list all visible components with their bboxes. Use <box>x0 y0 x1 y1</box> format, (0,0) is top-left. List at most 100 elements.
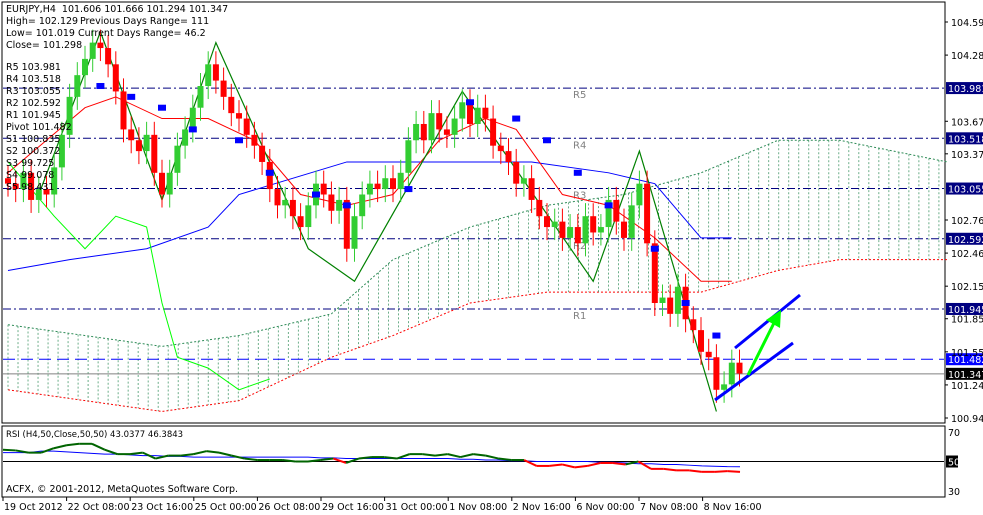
candle-body <box>220 80 227 97</box>
sar-marker <box>573 169 582 176</box>
candle-body <box>274 189 281 206</box>
candle-body <box>135 140 142 152</box>
x-tick-label: 6 Nov 00:00 <box>576 502 634 513</box>
trend-line-lower[interactable] <box>714 341 794 402</box>
sar-marker <box>312 191 320 198</box>
current-range-label: Current Days Range= 46.2 <box>78 28 206 39</box>
pivot-list-item: S2 100.372 <box>6 146 61 157</box>
candle-body <box>497 145 504 152</box>
candle-body <box>721 384 728 390</box>
candle-body <box>644 183 651 244</box>
candle-body <box>520 178 527 184</box>
rsi-segment <box>587 462 601 467</box>
rsi-title: RSI (H4,50,Close,50,50) 43.0377 46.3843 <box>6 430 184 440</box>
candle-body <box>151 134 158 173</box>
sar-marker <box>265 169 274 176</box>
candle-body <box>490 118 497 146</box>
sar-marker <box>712 332 721 339</box>
candle-body <box>351 216 358 249</box>
rsi-segment <box>53 444 67 450</box>
candle-body <box>251 134 258 146</box>
rsi-segment <box>2 448 16 452</box>
zigzag-line <box>38 30 717 412</box>
y-tick-label: 101.855 <box>951 315 983 326</box>
rsi-segment <box>422 453 436 457</box>
y-tick-label: 103.375 <box>951 150 983 161</box>
pivot-list-item: S4 99.078 <box>6 170 55 181</box>
candle-body <box>159 172 165 195</box>
candle-body <box>259 145 266 162</box>
price-tag-label: 103.055 <box>948 185 983 196</box>
candle-body <box>628 205 635 238</box>
x-tick-label: 22 Oct 08:00 <box>68 502 130 513</box>
sar-marker <box>681 299 690 306</box>
main-pane-frame <box>1 1 946 424</box>
candle-body <box>189 107 196 130</box>
rsi-segment <box>714 470 728 473</box>
candle-body <box>667 297 674 314</box>
candle-body <box>89 42 96 59</box>
candle-body <box>436 113 443 130</box>
cloud-span-b <box>7 259 948 412</box>
low-label: Low= 101.019 <box>6 28 75 39</box>
candle-body <box>197 86 204 108</box>
price-tag-label: 103.981 <box>948 84 983 95</box>
candle-body <box>112 64 119 92</box>
candle-body <box>528 178 535 200</box>
pivot-line-label: R4 <box>573 140 586 151</box>
candle-body <box>174 145 181 173</box>
time-axis[interactable]: 19 Oct 2012 22 Oct 08:00 23 Oct 16:00 25 Oc… <box>2 497 762 513</box>
rsi-segment <box>180 453 194 457</box>
candle-body <box>405 140 412 173</box>
candle-body <box>305 205 312 228</box>
rsi-segment <box>473 453 486 457</box>
candle-body <box>567 227 574 238</box>
rsi-segment <box>574 464 588 469</box>
x-tick-label: 25 Oct 00:00 <box>195 502 257 513</box>
y-tick-label: 100.940 <box>951 414 983 425</box>
rsi-segment <box>333 457 347 464</box>
candle-body <box>297 216 304 228</box>
candle-body <box>166 172 173 195</box>
candle-body <box>328 194 335 211</box>
candle-body <box>82 58 88 76</box>
pivot-list-item: R5 103.981 <box>6 62 61 73</box>
rsi-tick-label: 50 <box>948 458 960 469</box>
candle-body <box>474 107 481 124</box>
sar-marker <box>466 99 474 106</box>
candle-body <box>228 96 235 114</box>
x-tick-label: 7 Nov 08:00 <box>640 502 698 513</box>
y-tick-label: 101.550 <box>951 348 983 359</box>
candle-body <box>205 64 212 87</box>
pivot-list-item: S5 98.431 <box>6 182 55 193</box>
y-tick-label: 104.590 <box>951 18 983 29</box>
rsi-segment <box>396 453 410 460</box>
candle-body <box>705 351 712 358</box>
trend-line-upper[interactable] <box>734 293 801 350</box>
candle-body <box>443 129 450 135</box>
x-tick-label: 29 Oct 16:00 <box>322 502 384 513</box>
candle-body <box>428 113 435 141</box>
candle-body <box>613 199 620 222</box>
candle-body <box>513 161 520 184</box>
candle-body <box>505 151 512 162</box>
candle-body <box>243 118 250 135</box>
rsi-segment <box>206 450 220 454</box>
rsi-segment <box>689 469 702 473</box>
candle-body <box>459 102 466 119</box>
sar-marker <box>127 93 136 100</box>
candle-body <box>651 243 658 303</box>
candle-body <box>105 48 112 65</box>
candle-body <box>397 172 404 190</box>
rsi-segment <box>447 453 461 459</box>
rsi-segment <box>40 447 55 454</box>
price-tag-label: 103.518 <box>948 134 983 145</box>
y-tick-label: 103.675 <box>951 117 983 128</box>
rsi-segment <box>345 457 360 464</box>
candle-body <box>336 199 343 211</box>
candle-body <box>621 221 627 238</box>
pivot-line-label: R1 <box>573 311 586 322</box>
price-tag-label: 101.347 <box>948 370 983 381</box>
price-axis[interactable]: 103.981103.518103.055102.592101.945101.4… <box>945 18 983 425</box>
high-label: High= 102.129 <box>6 16 79 27</box>
